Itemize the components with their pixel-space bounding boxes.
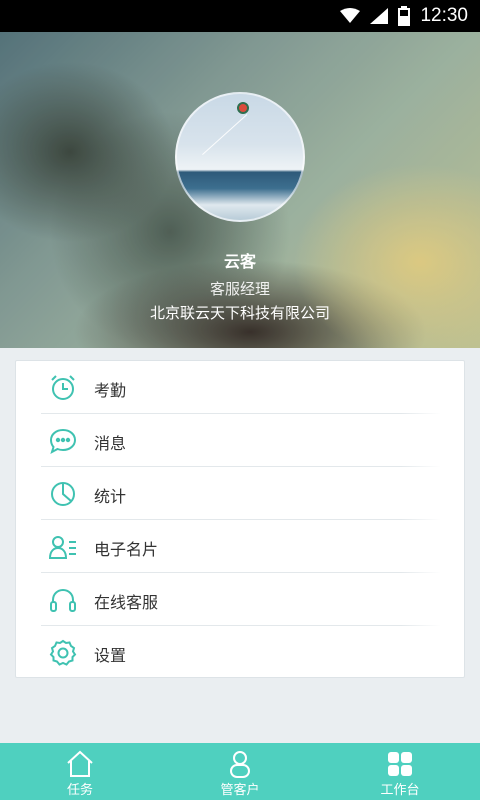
business-card-icon [48, 536, 76, 559]
signal-icon [370, 8, 389, 24]
menu-item-statistics[interactable]: 统计 [16, 467, 466, 520]
person-icon [230, 751, 250, 778]
status-bar: 12:30 [0, 0, 480, 32]
battery-icon [398, 6, 411, 26]
bottom-tab-bar: 任务 管客户 工作台 [0, 743, 480, 800]
tab-workbench[interactable]: 工作台 [350, 743, 450, 800]
gear-icon [49, 639, 77, 666]
pie-chart-icon [51, 482, 75, 506]
menu-item-label: 在线客服 [94, 593, 159, 612]
chat-bubble-icon [49, 428, 77, 455]
tab-customers[interactable]: 管客户 [190, 743, 290, 800]
wifi-icon [340, 8, 361, 23]
tab-label: 任务 [66, 783, 93, 798]
home-icon [67, 750, 93, 777]
avatar[interactable] [175, 92, 305, 222]
menu-item-label: 电子名片 [94, 540, 159, 559]
headset-icon [50, 588, 76, 612]
tab-tasks[interactable]: 任务 [30, 743, 130, 800]
status-time: 12:30 [420, 5, 468, 26]
tab-label: 管客户 [220, 783, 260, 798]
profile-role: 客服经理 [209, 280, 270, 298]
menu-item-attendance[interactable]: 考勤 [16, 361, 466, 414]
profile-company: 北京联云天下科技有限公司 [149, 304, 330, 322]
menu-item-settings[interactable]: 设置 [16, 626, 466, 679]
tab-label: 工作台 [380, 783, 420, 798]
menu-item-business-card[interactable]: 电子名片 [16, 520, 466, 573]
menu-item-messages[interactable]: 消息 [16, 414, 466, 467]
menu-item-label: 设置 [94, 646, 127, 665]
menu-item-online-service[interactable]: 在线客服 [16, 573, 466, 626]
menu-item-label: 统计 [94, 487, 127, 506]
menu-card: 考勤 消息 统计 电子名片 在线客服 设置 [15, 360, 465, 678]
menu-item-label: 考勤 [94, 381, 127, 400]
menu-item-label: 消息 [94, 434, 127, 453]
profile-name: 云客 [223, 252, 256, 271]
alarm-clock-icon [51, 375, 75, 400]
grid-icon [388, 752, 412, 776]
